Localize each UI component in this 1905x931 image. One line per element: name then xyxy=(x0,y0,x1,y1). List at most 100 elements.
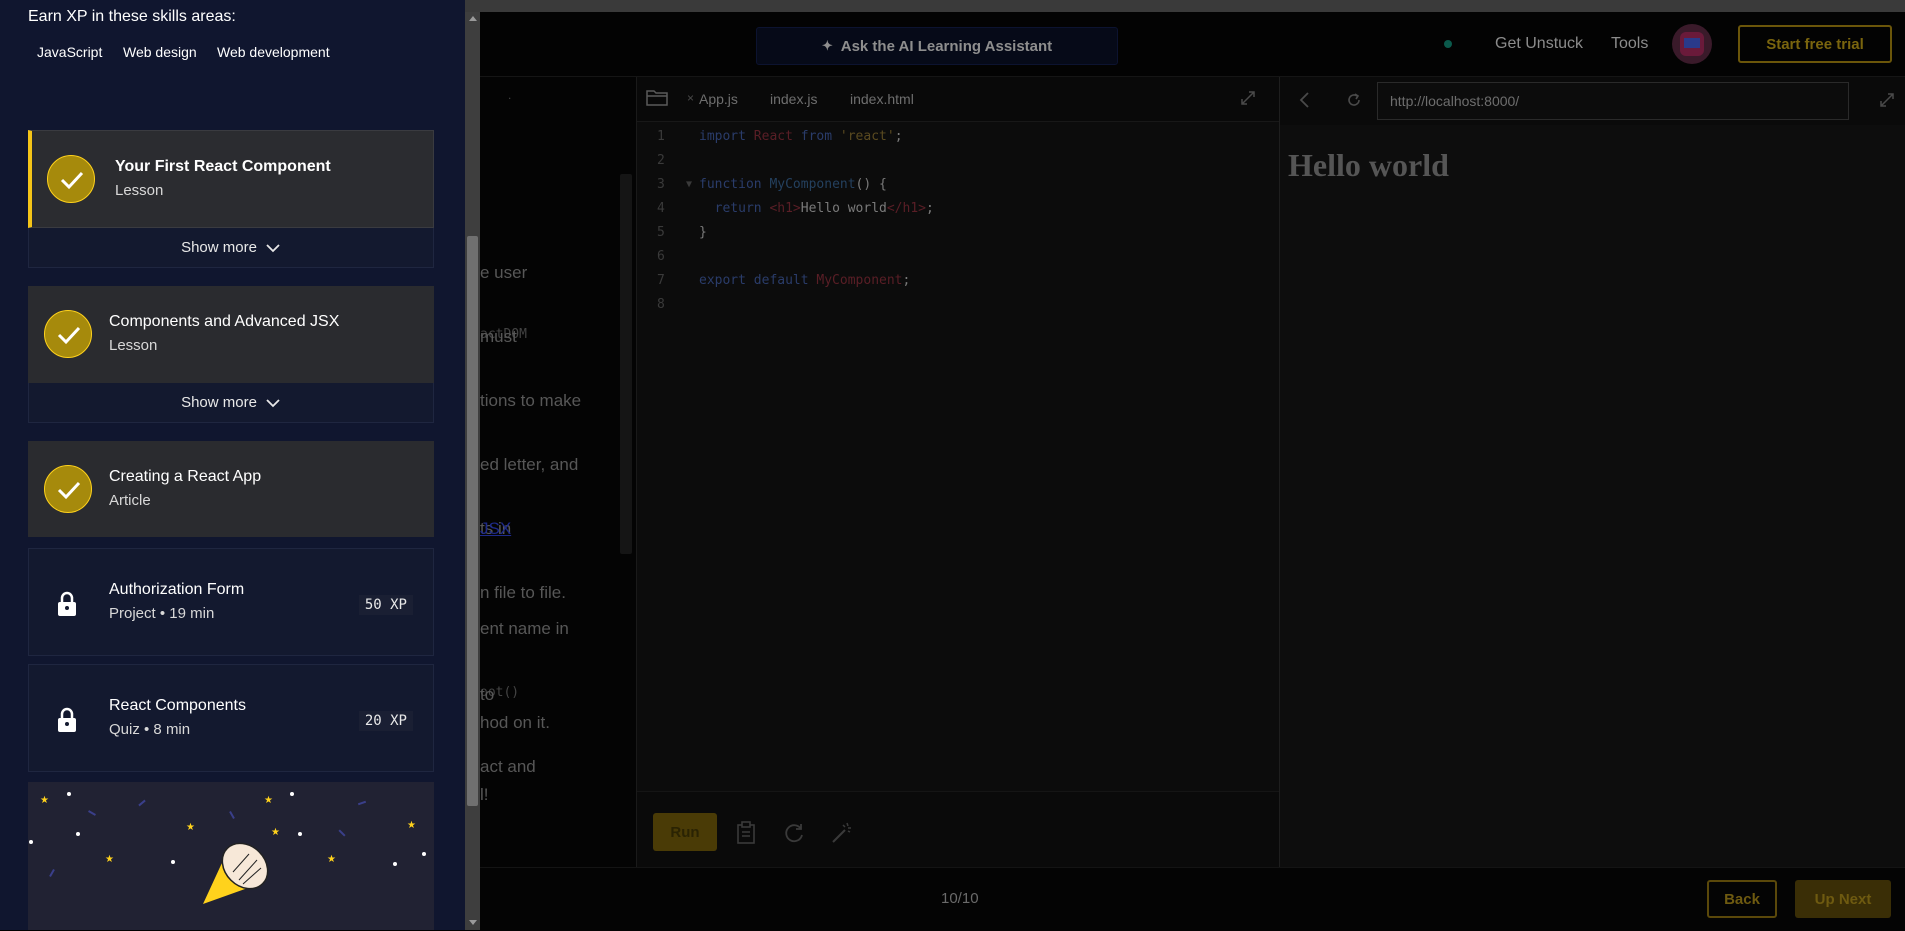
clipboard-icon[interactable] xyxy=(733,820,759,846)
line-number: 7 xyxy=(657,273,665,288)
celebration-illustration: ★ ★ ★ ★ ★ ★ ★ xyxy=(28,782,434,930)
show-more-button[interactable]: Show more xyxy=(28,383,434,423)
line-number: 4 xyxy=(657,201,665,216)
url-bar[interactable]: http://localhost:8000/ xyxy=(1377,82,1849,120)
item-subtitle: Project • 19 min xyxy=(109,605,215,622)
reset-icon[interactable] xyxy=(781,820,807,846)
up-next-button[interactable]: Up Next xyxy=(1795,880,1891,918)
xp-badge: 20 XP xyxy=(358,711,413,731)
show-more-button[interactable]: Show more xyxy=(28,228,434,268)
run-button[interactable]: Run xyxy=(653,813,717,851)
lesson-narrative: . e user actDOM must tions to make ed le… xyxy=(480,77,636,867)
code-token: </h1> xyxy=(886,201,926,216)
skill-tag[interactable]: Web development xyxy=(217,44,330,60)
code-token: MyComponent xyxy=(816,273,903,288)
code-token: ; xyxy=(894,129,903,144)
syllabus-item-components-and-advanced-jsx[interactable]: Components and Advanced JSX Lesson xyxy=(28,286,434,383)
tab-close-icon[interactable]: × xyxy=(687,91,694,105)
sparkle-icon: ✦ xyxy=(821,38,833,53)
completed-check-icon xyxy=(44,465,92,513)
lesson-scrollbar[interactable] xyxy=(620,174,632,554)
code-token: React xyxy=(753,129,793,144)
completed-check-icon xyxy=(47,155,95,203)
folder-icon[interactable] xyxy=(645,87,669,107)
code-token: Hello world xyxy=(800,201,887,216)
expand-icon[interactable] xyxy=(1239,89,1257,107)
lesson-text: ent name in xyxy=(480,619,569,638)
chevron-down-icon xyxy=(266,243,280,252)
panel-scrollbar[interactable] xyxy=(465,12,480,930)
skill-tag[interactable]: JavaScript xyxy=(37,44,102,60)
refresh-icon[interactable] xyxy=(1346,92,1362,108)
item-subtitle: Quiz • 8 min xyxy=(109,721,191,738)
scroll-down-arrow-icon[interactable] xyxy=(469,920,477,925)
progress-counter: 10/10 xyxy=(941,890,979,907)
run-toolbar: Run xyxy=(637,791,1279,868)
magic-wand-icon[interactable] xyxy=(829,820,855,846)
lesson-text: to xyxy=(480,685,495,704)
editor-tabs: × App.js index.js index.html xyxy=(637,77,1279,122)
code-token: () { xyxy=(855,177,887,192)
xp-badge: 50 XP xyxy=(358,595,413,615)
lesson-text: tions to make xyxy=(480,391,582,410)
completed-check-icon xyxy=(44,310,92,358)
code-token: ; xyxy=(926,201,934,216)
lesson-text: hod on it. xyxy=(480,713,550,732)
lesson-text: n file to file. xyxy=(480,583,566,602)
code-token: import xyxy=(699,129,746,144)
code-token: <h1> xyxy=(769,201,801,216)
show-more-label: Show more xyxy=(181,239,257,256)
skills-title: Earn XP in these skills areas: xyxy=(28,8,236,25)
scroll-thumb[interactable] xyxy=(467,236,478,806)
ai-assistant-button[interactable]: ✦ Ask the AI Learning Assistant xyxy=(756,27,1118,65)
get-unstuck-link[interactable]: Get Unstuck xyxy=(1495,35,1583,53)
line-number: 1 xyxy=(657,129,665,144)
ai-assistant-label: Ask the AI Learning Assistant xyxy=(840,37,1053,55)
syllabus-panel: Earn XP in these skills areas: JavaScrip… xyxy=(0,0,465,930)
fold-arrow-icon[interactable]: ▼ xyxy=(686,173,692,197)
code-token: MyComponent xyxy=(769,177,856,192)
start-free-trial-button[interactable]: Start free trial xyxy=(1738,25,1892,63)
code-token: ; xyxy=(902,273,911,288)
tab-app-js[interactable]: App.js xyxy=(699,91,738,107)
line-number: 6 xyxy=(657,249,665,264)
syllabus-item-react-components[interactable]: React Components Quiz • 8 min 20 XP xyxy=(28,664,434,772)
code-token: export default xyxy=(699,273,809,288)
lesson-text: act and xyxy=(480,757,536,776)
item-title: Authorization Form xyxy=(109,581,245,598)
syllabus-item-creating-a-react-app[interactable]: Creating a React App Article xyxy=(28,441,434,537)
browser-toolbar: http://localhost:8000/ xyxy=(1280,77,1905,125)
syllabus-item-your-first-react-component[interactable]: Your First React Component Lesson xyxy=(28,130,434,228)
back-arrow-icon[interactable] xyxy=(1298,91,1312,109)
code-area[interactable]: 1 import React from 'react'; 2 3 ▼ function… xyxy=(637,125,1279,317)
syllabus-item-authorization-form[interactable]: Authorization Form Project • 19 min 50 X… xyxy=(28,548,434,656)
tab-index-js[interactable]: index.js xyxy=(770,91,817,107)
jsx-link[interactable]: JSX xyxy=(480,519,511,539)
line-number: 3 xyxy=(657,177,665,192)
item-title: Creating a React App xyxy=(109,468,262,485)
expand-icon[interactable] xyxy=(1878,91,1896,109)
lesson-text: must xyxy=(480,327,517,346)
code-token: } xyxy=(699,225,707,240)
line-number: 5 xyxy=(657,225,665,240)
lesson-text: l! xyxy=(480,785,489,804)
item-subtitle: Lesson xyxy=(109,337,158,354)
avatar[interactable] xyxy=(1672,24,1712,64)
code-token: function xyxy=(699,177,762,192)
skill-tag[interactable]: Web design xyxy=(123,44,197,60)
code-editor: × App.js index.js index.html 1 import Rea… xyxy=(636,77,1279,868)
item-title: React Components xyxy=(109,697,246,714)
scroll-up-arrow-icon[interactable] xyxy=(469,16,477,21)
preview-heading: Hello world xyxy=(1288,147,1449,183)
back-button[interactable]: Back xyxy=(1707,880,1777,918)
tab-index-html[interactable]: index.html xyxy=(850,91,914,107)
show-more-label: Show more xyxy=(181,394,257,411)
party-popper-icon xyxy=(203,842,269,904)
chevron-down-icon xyxy=(266,398,280,407)
tools-link[interactable]: Tools xyxy=(1611,35,1648,53)
lesson-footer: 10/10 Back Up Next xyxy=(480,867,1905,931)
line-number: 2 xyxy=(657,153,665,168)
item-subtitle: Article xyxy=(109,492,151,509)
lesson-text: e user xyxy=(480,263,528,282)
lock-icon xyxy=(58,707,76,732)
